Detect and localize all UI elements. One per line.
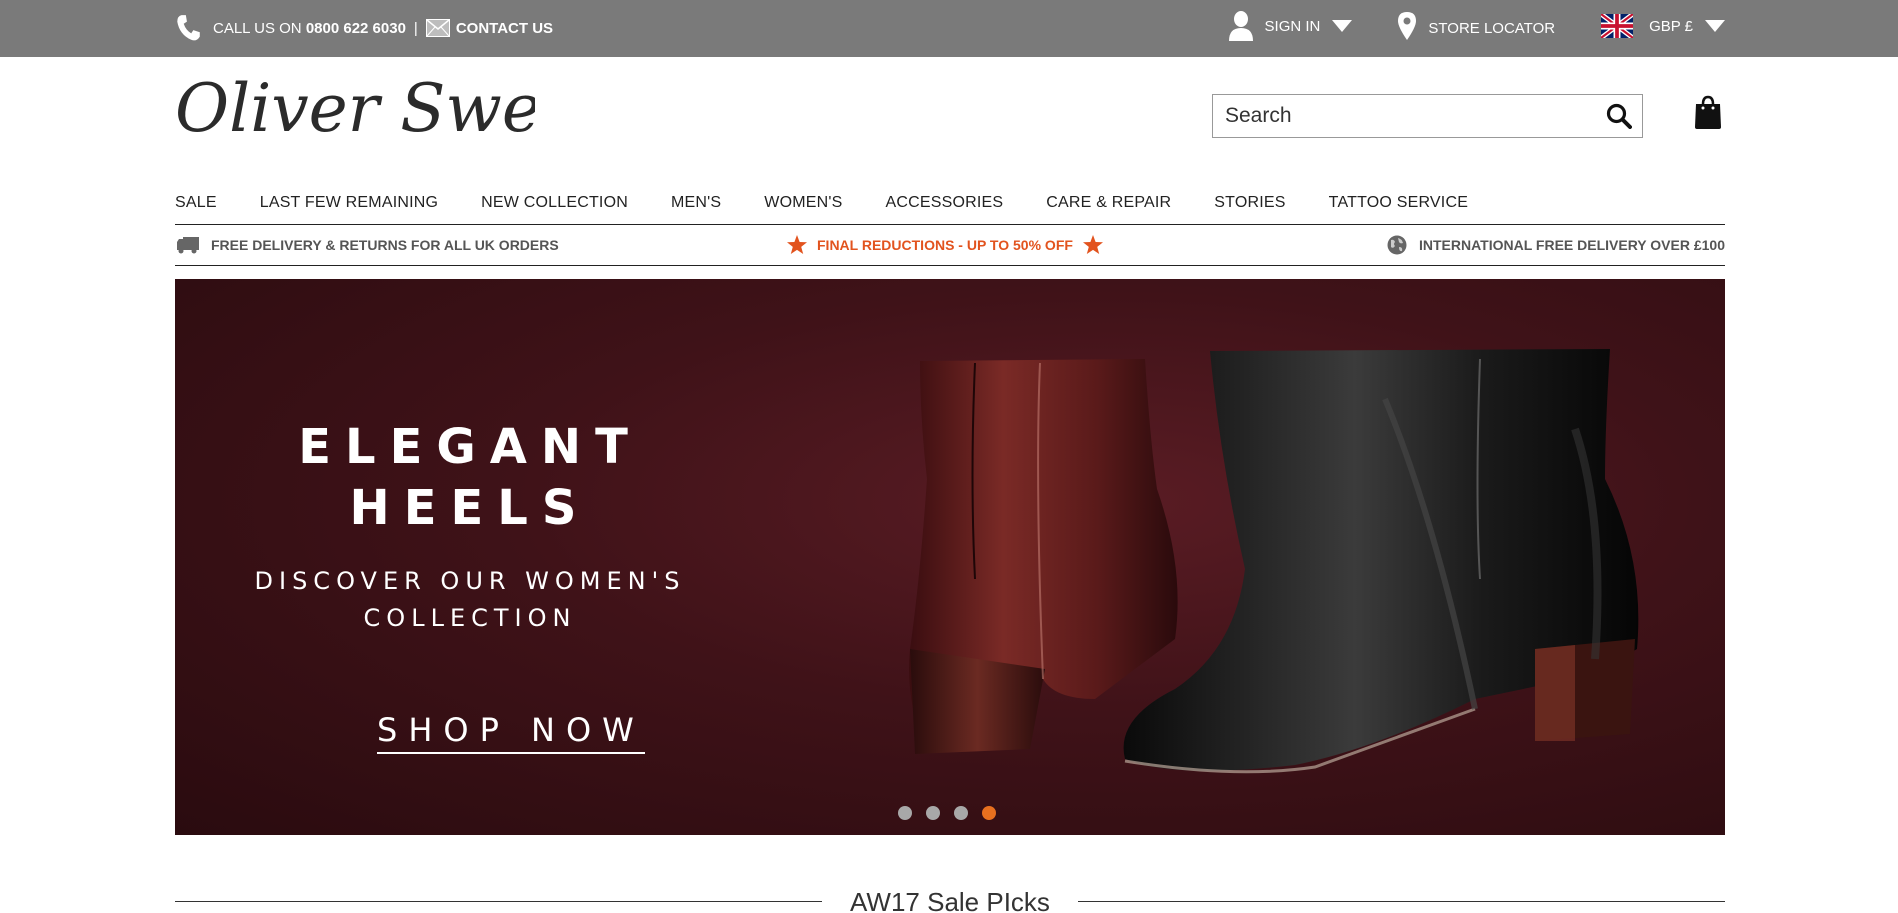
sale-picks-heading: AW17 Sale PIcks: [175, 880, 1725, 913]
carousel-dots: [898, 806, 1010, 820]
hero-subtitle-line2: COLLECTION: [363, 604, 577, 632]
currency-label: GBP £: [1649, 17, 1693, 35]
store-locator-label: STORE LOCATOR: [1428, 19, 1556, 37]
user-icon: [1228, 11, 1253, 41]
nav-item-new-collection[interactable]: NEW COLLECTION: [481, 194, 628, 212]
sign-in-label: SIGN IN: [1264, 17, 1321, 35]
hero-subtitle-line1: DISCOVER OUR WOMEN'S: [254, 567, 686, 595]
contact-strip: CALL US ON 0800 622 6030 | CONTACT US: [175, 13, 553, 43]
brand-logo[interactable]: Oliver Sweeney: [175, 71, 535, 153]
contact-us-link[interactable]: CONTACT US: [456, 20, 553, 37]
search-input[interactable]: [1213, 95, 1593, 137]
international-delivery-promo[interactable]: INTERNATIONAL FREE DELIVERY OVER £100: [1387, 235, 1725, 255]
uk-flag-icon: [1601, 14, 1634, 38]
chevron-down-icon: [1332, 20, 1353, 32]
separator: |: [413, 19, 418, 37]
international-delivery-text: INTERNATIONAL FREE DELIVERY OVER £100: [1419, 237, 1725, 253]
star-icon: [787, 235, 807, 254]
truck-icon: [177, 237, 199, 254]
nav-item-care-repair[interactable]: CARE & REPAIR: [1046, 194, 1171, 212]
currency-dropdown[interactable]: GBP £: [1601, 14, 1725, 38]
shopping-bag-icon[interactable]: [1694, 95, 1722, 129]
chevron-down-icon: [1705, 20, 1725, 32]
search-box: [1212, 94, 1643, 138]
nav-item-mens[interactable]: MEN'S: [671, 194, 721, 212]
star-icon: [1082, 235, 1103, 254]
carousel-dot-1[interactable]: [898, 806, 912, 820]
nav-item-last-few-remaining[interactable]: LAST FEW REMAINING: [260, 194, 438, 212]
phone-icon: [177, 15, 200, 41]
promo-strip: FREE DELIVERY & RETURNS FOR ALL UK ORDER…: [175, 224, 1725, 266]
uk-delivery-promo[interactable]: FREE DELIVERY & RETURNS FOR ALL UK ORDER…: [177, 236, 559, 254]
map-pin-icon: [1398, 12, 1417, 40]
store-locator-link[interactable]: STORE LOCATOR: [1398, 12, 1555, 40]
account-strip: SIGN IN STORE LOCATOR GBP £: [1228, 11, 1725, 41]
divider-right: [1078, 901, 1725, 902]
hero-banner[interactable]: ELEGANT HEELS DISCOVER OUR WOMEN'S COLLE…: [175, 279, 1725, 835]
carousel-dot-2[interactable]: [926, 806, 940, 820]
section-title: AW17 Sale PIcks: [850, 887, 1050, 913]
sale-promo-text: FINAL REDUCTIONS - UP TO 50% OFF: [817, 237, 1073, 253]
svg-text:Oliver Sweeney: Oliver Sweeney: [175, 71, 535, 147]
phone-number-link[interactable]: 0800 622 6030: [306, 20, 406, 37]
nav-item-sale[interactable]: SALE: [175, 194, 217, 212]
carousel-dot-3[interactable]: [954, 806, 968, 820]
top-bar: CALL US ON 0800 622 6030 | CONTACT US SI…: [0, 0, 1898, 57]
globe-icon: [1387, 235, 1407, 255]
site-header: Oliver Sweeney: [175, 57, 1725, 177]
shop-now-button[interactable]: SHOP NOW: [377, 711, 645, 754]
main-navigation: SALE LAST FEW REMAINING NEW COLLECTION M…: [175, 183, 1725, 223]
search-icon[interactable]: [1606, 103, 1632, 129]
uk-delivery-text: FREE DELIVERY & RETURNS FOR ALL UK ORDER…: [211, 237, 559, 253]
nav-item-womens[interactable]: WOMEN'S: [764, 194, 842, 212]
mail-icon: [425, 19, 450, 37]
nav-item-tattoo-service[interactable]: TATTOO SERVICE: [1329, 194, 1468, 212]
sign-in-dropdown[interactable]: SIGN IN: [1228, 11, 1353, 41]
nav-item-accessories[interactable]: ACCESSORIES: [886, 194, 1004, 212]
nav-item-stories[interactable]: STORIES: [1214, 194, 1285, 212]
call-us-text: CALL US ON: [213, 19, 302, 37]
hero-title-line2: HEELS: [349, 480, 591, 536]
carousel-dot-4[interactable]: [982, 806, 996, 820]
sale-promo[interactable]: FINAL REDUCTIONS - UP TO 50% OFF: [787, 235, 1103, 255]
hero-title-line1: ELEGANT: [298, 419, 642, 475]
